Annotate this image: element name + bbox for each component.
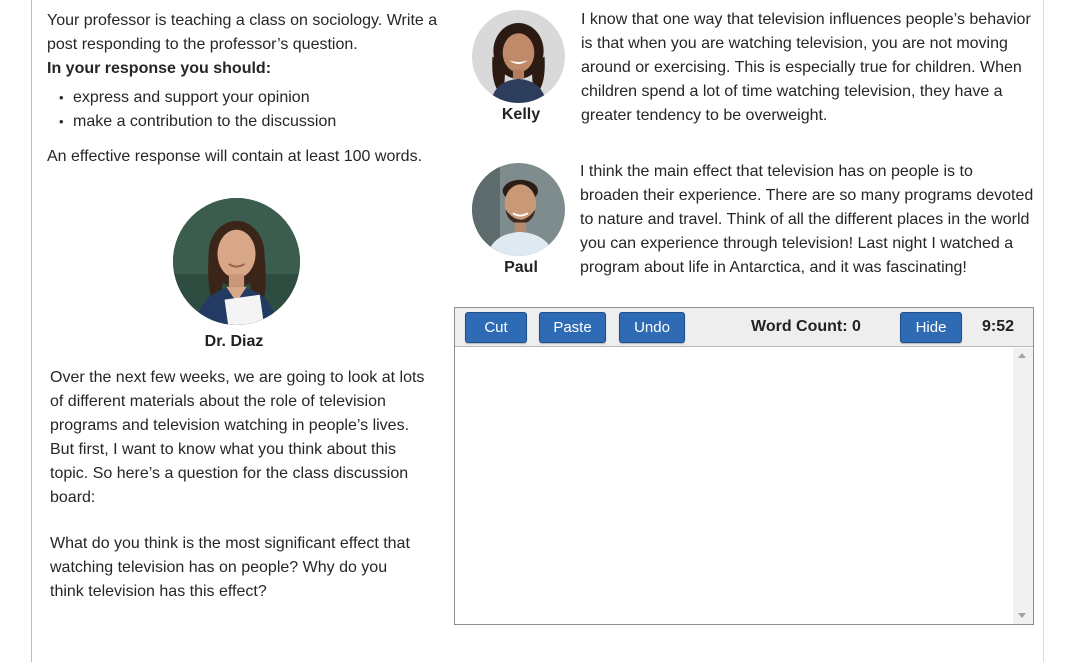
response-textarea[interactable] xyxy=(455,348,1013,624)
kelly-post: I know that one way that television infl… xyxy=(581,11,1031,124)
editor-toolbar: Cut Paste Undo Word Count: 0 Hide 9:52 xyxy=(455,308,1033,347)
word-count: Word Count: 0 xyxy=(751,318,861,335)
cut-button[interactable]: Cut xyxy=(465,312,527,343)
kelly-name: Kelly xyxy=(501,106,541,123)
professor-prompt: Over the next few weeks, we are going to… xyxy=(50,369,425,506)
professor-question: What do you think is the most significan… xyxy=(50,535,410,600)
undo-button[interactable]: Undo xyxy=(619,312,685,343)
paul-photo xyxy=(472,163,565,256)
hide-timer-button[interactable]: Hide xyxy=(900,312,962,343)
task-description: Your professor is teaching a class on so… xyxy=(47,12,438,53)
kelly-photo xyxy=(472,10,565,103)
timer: 9:52 xyxy=(981,318,1014,335)
task-instructions: Your professor is teaching a class on so… xyxy=(47,9,447,134)
task-requirements-heading: In your response you should: xyxy=(47,60,272,77)
scroll-down-arrow-icon[interactable] xyxy=(1018,613,1026,618)
length-guidance: An effective response will contain at le… xyxy=(47,148,423,165)
professor-name: Dr. Diaz xyxy=(204,333,264,350)
requirement-item: express and support your opinion xyxy=(59,86,447,110)
requirement-item: make a contribution to the discussion xyxy=(59,110,447,134)
requirements-list: express and support your opinion make a … xyxy=(47,86,447,134)
paul-avatar xyxy=(472,163,565,256)
paste-button[interactable]: Paste xyxy=(539,312,606,343)
professor-photo xyxy=(173,198,300,325)
editor-scrollbar[interactable] xyxy=(1013,348,1033,624)
scroll-up-arrow-icon[interactable] xyxy=(1018,353,1026,358)
paul-name: Paul xyxy=(504,259,538,276)
paul-post: I think the main effect that television … xyxy=(580,163,1034,276)
kelly-avatar xyxy=(472,10,565,103)
response-editor: Cut Paste Undo Word Count: 0 Hide 9:52 xyxy=(454,307,1034,625)
professor-avatar xyxy=(173,198,300,325)
